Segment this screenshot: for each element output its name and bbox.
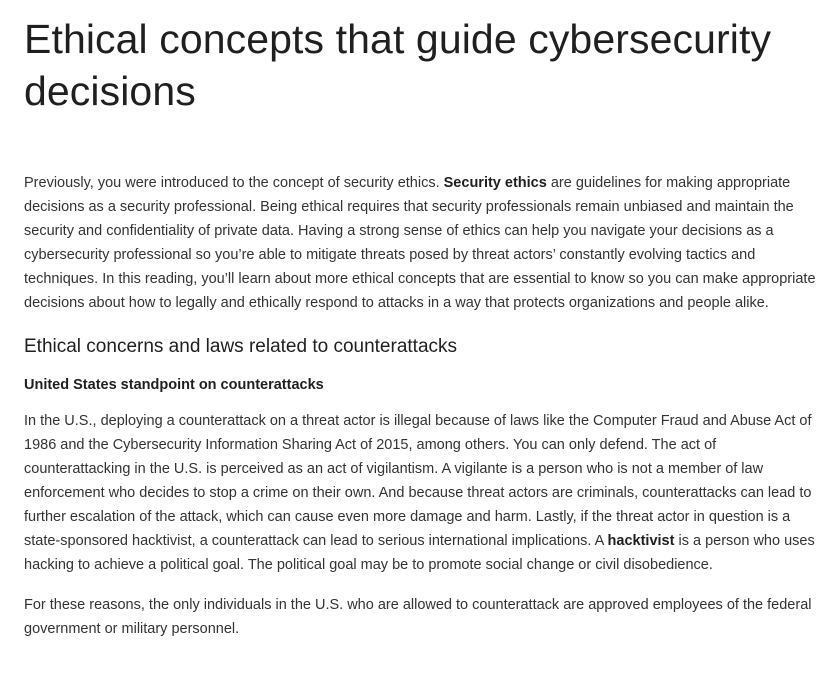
section-heading: Ethical concerns and laws related to cou… [24, 336, 458, 357]
intro-paragraph: Previously, you were introduced to the c… [24, 171, 819, 315]
term-security-ethics: Security ethics [443, 175, 547, 191]
intro-text-start: Previously, you were introduced to the c… [24, 175, 444, 191]
page-title: Ethical concepts that guide cybersecurit… [24, 16, 772, 114]
term-hacktivist: hacktivist [607, 533, 675, 549]
subsection-heading: United States standpoint on counterattac… [24, 377, 324, 393]
intro-text-end: are guidelines for making appropriate de… [24, 175, 816, 311]
article: Ethical concepts that guide cybersecurit… [24, 0, 819, 641]
us-standpoint-paragraph: In the U.S., deploying a counterattack o… [24, 409, 819, 577]
us-paragraph-text-start: In the U.S., deploying a counterattack o… [24, 413, 812, 549]
reasons-paragraph: For these reasons, the only individuals … [24, 597, 812, 637]
